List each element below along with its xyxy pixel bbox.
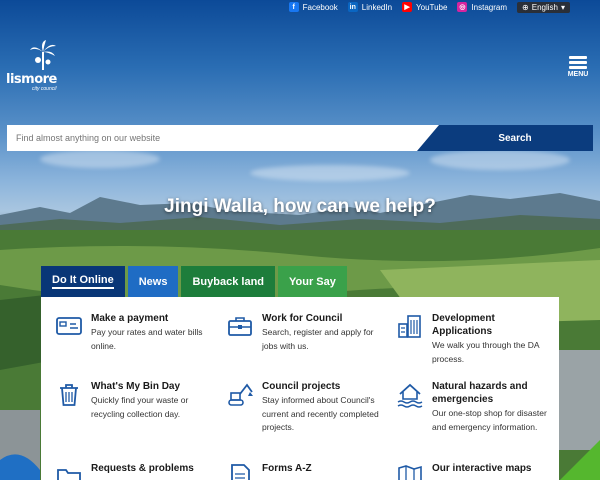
service-desc: We walk you through the DA process. bbox=[432, 340, 540, 364]
globe-icon: ⊕ bbox=[522, 2, 529, 12]
facebook-link[interactable]: f Facebook bbox=[288, 2, 338, 12]
map-icon bbox=[398, 465, 422, 480]
service-desc: Our one-stop shop for disaster and emerg… bbox=[432, 408, 547, 432]
menu-button[interactable]: MENU bbox=[562, 54, 594, 86]
tab-buyback-land[interactable]: Buyback land bbox=[181, 266, 276, 297]
logo-subtitle: city council bbox=[32, 86, 57, 92]
linkedin-icon: in bbox=[347, 2, 358, 12]
forms-icon bbox=[231, 464, 250, 480]
service-title: What's My Bin Day bbox=[91, 381, 181, 392]
tab-bar: Do It Online News Buyback land Your Say bbox=[41, 266, 347, 297]
service-development-applications[interactable]: Development Applications We walk you thr… bbox=[396, 312, 556, 366]
service-title: Forms A-Z bbox=[262, 463, 312, 474]
service-title: Requests & problems bbox=[91, 463, 194, 474]
buildings-icon bbox=[398, 315, 421, 338]
service-title: Development Applications bbox=[432, 313, 495, 337]
service-title: Make a payment bbox=[91, 313, 169, 324]
service-forms-a-z[interactable]: Forms A-Z bbox=[226, 462, 386, 480]
service-title: Natural hazards and emergencies bbox=[432, 381, 528, 405]
service-desc: Pay your rates and water bills online. bbox=[91, 327, 203, 351]
logo-wordmark: lismore bbox=[6, 72, 57, 87]
instagram-icon: ◎ bbox=[457, 2, 468, 12]
service-council-projects[interactable]: Council projects Stay informed about Cou… bbox=[226, 380, 386, 435]
service-make-payment[interactable]: Make a payment Pay your rates and water … bbox=[55, 312, 215, 353]
linkedin-link[interactable]: in LinkedIn bbox=[347, 2, 392, 12]
hamburger-icon bbox=[569, 56, 587, 59]
service-title: Council projects bbox=[262, 381, 341, 392]
service-desc: Quickly find your waste or recycling col… bbox=[91, 395, 189, 419]
site-logo[interactable]: lismore city council bbox=[6, 40, 66, 98]
language-select[interactable]: ⊕ English ▾ bbox=[517, 1, 570, 13]
payment-card-icon bbox=[56, 317, 82, 335]
flood-house-icon bbox=[397, 383, 423, 408]
instagram-link[interactable]: ◎ Instagram bbox=[457, 2, 507, 12]
hero-title: Jingi Walla, how can we help? bbox=[164, 196, 436, 217]
chevron-down-icon: ▾ bbox=[560, 2, 565, 12]
search-form: Search bbox=[7, 125, 593, 151]
youtube-icon: ▶ bbox=[402, 2, 413, 12]
excavator-icon bbox=[228, 383, 253, 406]
service-desc: Stay informed about Council's current an… bbox=[262, 395, 379, 432]
search-button[interactable]: Search bbox=[417, 125, 593, 151]
tab-do-it-online[interactable]: Do It Online bbox=[41, 266, 125, 297]
facebook-icon: f bbox=[288, 2, 299, 12]
tab-news[interactable]: News bbox=[127, 266, 179, 297]
service-work-for-council[interactable]: Work for Council Search, register and ap… bbox=[226, 312, 386, 353]
service-desc: Search, register and apply for jobs with… bbox=[262, 327, 374, 351]
bin-icon bbox=[60, 384, 78, 406]
service-interactive-maps[interactable]: Our interactive maps bbox=[396, 462, 556, 480]
tab-your-say[interactable]: Your Say bbox=[278, 266, 347, 297]
service-requests-problems[interactable]: Requests & problems bbox=[55, 462, 215, 480]
palm-tree-icon bbox=[30, 40, 56, 70]
service-title: Our interactive maps bbox=[432, 463, 532, 474]
service-title: Work for Council bbox=[262, 313, 343, 324]
service-natural-hazards[interactable]: Natural hazards and emergencies Our one-… bbox=[396, 380, 556, 434]
social-bar: f Facebook in LinkedIn ▶ YouTube ◎ Insta… bbox=[288, 0, 570, 14]
briefcase-icon bbox=[228, 317, 252, 336]
folder-icon bbox=[57, 469, 81, 480]
service-bin-day[interactable]: What's My Bin Day Quickly find your wast… bbox=[55, 380, 215, 421]
services-panel: Make a payment Pay your rates and water … bbox=[41, 297, 559, 480]
youtube-link[interactable]: ▶ YouTube bbox=[402, 2, 447, 12]
search-input[interactable] bbox=[7, 125, 447, 151]
